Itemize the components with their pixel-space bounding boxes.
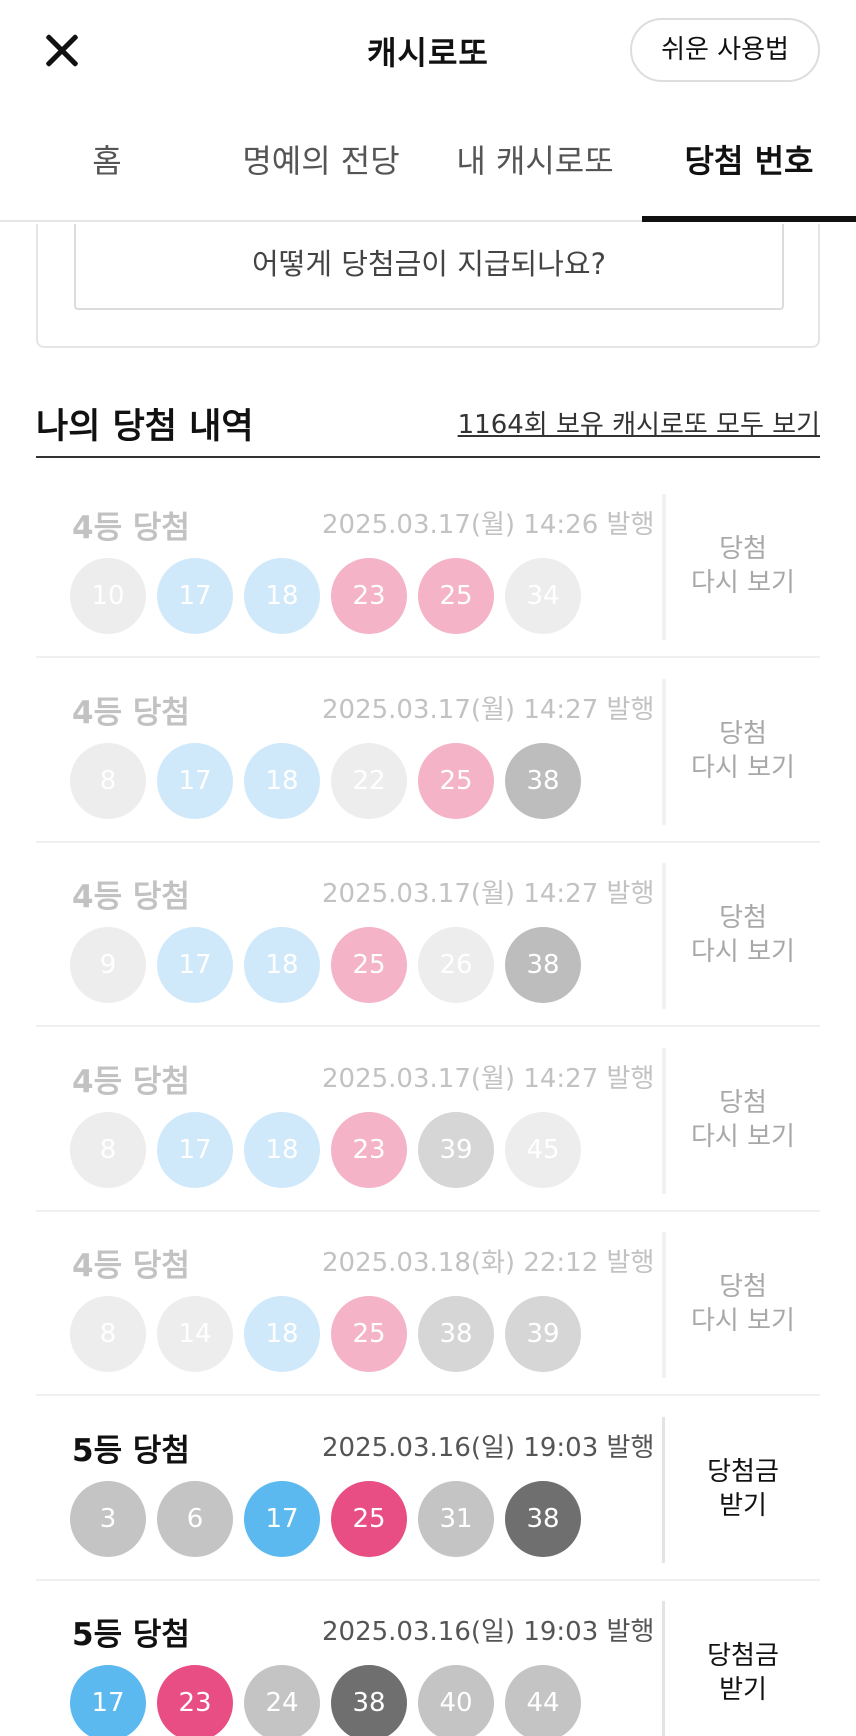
prize-rank: 4등 당첨 bbox=[72, 694, 190, 731]
lotto-ball: 38 bbox=[505, 1480, 581, 1557]
prize-rank: 4등 당첨 bbox=[72, 1248, 190, 1284]
action-label: 당첨 bbox=[719, 718, 767, 749]
lotto-ball: 18 bbox=[244, 1111, 320, 1188]
prize-rank: 4등 당첨 bbox=[72, 510, 190, 546]
action-label: 다시 보기 bbox=[691, 1121, 795, 1152]
lotto-ball: 26 bbox=[418, 927, 494, 1003]
lotto-ball: 6 bbox=[157, 1480, 233, 1557]
lotto-ball: 18 bbox=[244, 742, 320, 819]
issue-date: 2025.03.17(월) 14:26 발행 bbox=[322, 510, 655, 540]
lotto-ball: 8 bbox=[70, 742, 146, 819]
action-label: 받기 bbox=[719, 1675, 767, 1705]
top-bar: 캐시로또 쉬운 사용법 bbox=[0, 0, 856, 100]
guide-button[interactable]: 쉬운 사용법 bbox=[630, 18, 820, 82]
history-row: 4등 당첨 2025.03.17(월) 14:26 발행 10 17 18 23 25 34 당… bbox=[36, 474, 820, 658]
view-again-button[interactable]: 당첨 다시 보기 bbox=[666, 659, 820, 843]
issue-date: 2025.03.17(월) 14:27 발행 bbox=[322, 879, 655, 909]
prize-rank: 4등 당첨 bbox=[72, 879, 190, 915]
tab-home[interactable]: 홈 bbox=[0, 120, 214, 220]
lotto-ball: 18 bbox=[244, 558, 320, 634]
payout-faq-button[interactable]: 어떻게 당첨금이 지급되나요? bbox=[74, 224, 784, 310]
view-again-button[interactable]: 당첨다시 보기 bbox=[666, 843, 820, 1027]
lotto-ball: 23 bbox=[331, 1111, 407, 1188]
action-label: 당첨 bbox=[719, 1272, 767, 1302]
claim-prize-button[interactable]: 당첨금받기 bbox=[666, 1581, 820, 1736]
lotto-ball: 25 bbox=[331, 1480, 407, 1557]
row-divider bbox=[662, 1601, 665, 1736]
action-label: 다시 보기 bbox=[691, 1306, 795, 1336]
view-again-button[interactable]: 당첨 다시 보기 bbox=[666, 1028, 820, 1212]
lotto-ball: 17 bbox=[157, 558, 233, 634]
lotto-ball: 23 bbox=[157, 1665, 233, 1736]
tab-my-cashlotto[interactable]: 내 캐시로또 bbox=[428, 120, 642, 220]
lotto-ball: 23 bbox=[331, 558, 407, 634]
lotto-ball: 39 bbox=[418, 1111, 494, 1188]
view-again-button[interactable]: 당첨다시 보기 bbox=[666, 1212, 820, 1396]
action-label: 당첨금 bbox=[707, 1456, 779, 1487]
lotto-ball: 8 bbox=[70, 1111, 146, 1188]
lotto-ball: 8 bbox=[70, 1296, 146, 1372]
action-label: 당첨 bbox=[719, 1087, 767, 1118]
action-label: 당첨 bbox=[719, 534, 767, 564]
history-row: 4등 당첨 2025.03.17(월) 14:27 발행 9 17 18 25 26 38 당첨… bbox=[36, 843, 820, 1027]
lotto-ball: 22 bbox=[331, 742, 407, 819]
lotto-ball: 17 bbox=[244, 1480, 320, 1557]
lotto-ball: 44 bbox=[505, 1665, 581, 1736]
row-divider bbox=[662, 1416, 665, 1563]
lotto-ball: 25 bbox=[418, 742, 494, 819]
prize-rank: 5등 당첨 bbox=[72, 1617, 190, 1653]
view-all-link[interactable]: 1164회 보유 캐시로또 모두 보기 bbox=[458, 404, 820, 441]
claim-prize-button[interactable]: 당첨금 받기 bbox=[666, 1397, 820, 1581]
view-again-button[interactable]: 당첨다시 보기 bbox=[666, 474, 820, 658]
lotto-ball: 17 bbox=[157, 1111, 233, 1188]
lotto-ball: 39 bbox=[505, 1296, 581, 1372]
action-label: 다시 보기 bbox=[691, 752, 795, 783]
lotto-ball: 34 bbox=[505, 558, 581, 634]
action-label: 다시 보기 bbox=[691, 568, 795, 598]
history-row: 5등 당첨 2025.03.16(일) 19:03 발행 17 23 24 38 40 44 당… bbox=[36, 1581, 820, 1736]
lotto-ball: 18 bbox=[244, 927, 320, 1003]
history-row: 5등 당첨 2025.03.16(일) 19:03 발행 3 6 17 25 31 38 당첨금… bbox=[36, 1397, 820, 1581]
history-title: 나의 당첨 내역 bbox=[36, 407, 254, 447]
action-label: 받기 bbox=[719, 1490, 767, 1521]
lotto-ball: 17 bbox=[70, 1665, 146, 1736]
history-row: 4등 당첨 2025.03.17(월) 14:27 발행 8 17 18 22 25 38 당첨… bbox=[36, 659, 820, 843]
history-row: 4등 당첨 2025.03.18(화) 22:12 발행 8 14 18 25 38 39 당첨… bbox=[36, 1212, 820, 1396]
lotto-ball: 38 bbox=[505, 927, 581, 1003]
lotto-ball: 38 bbox=[418, 1296, 494, 1372]
lotto-ball: 10 bbox=[70, 558, 146, 634]
lotto-ball: 18 bbox=[244, 1296, 320, 1372]
lotto-ball: 38 bbox=[331, 1665, 407, 1736]
lotto-ball: 31 bbox=[418, 1480, 494, 1557]
action-label: 당첨 bbox=[719, 903, 767, 933]
tab-winning-numbers[interactable]: 당첨 번호 bbox=[642, 120, 856, 222]
lotto-ball: 25 bbox=[331, 927, 407, 1003]
history-header: 나의 당첨 내역 1164회 보유 캐시로또 모두 보기 bbox=[36, 390, 820, 458]
issue-date: 2025.03.17(월) 14:27 발행 bbox=[322, 694, 655, 725]
action-label: 당첨금 bbox=[707, 1641, 779, 1671]
tab-bar: 홈 명예의 전당 내 캐시로또 당첨 번호 bbox=[0, 120, 856, 222]
lotto-ball: 17 bbox=[157, 927, 233, 1003]
faq-card: 어떻게 당첨금이 지급되나요? bbox=[36, 224, 820, 348]
history-row: 4등 당첨 2025.03.17(월) 14:27 발행 8 17 18 23 39 45 당첨… bbox=[36, 1028, 820, 1212]
lotto-ball: 24 bbox=[244, 1665, 320, 1736]
lotto-ball: 14 bbox=[157, 1296, 233, 1372]
lotto-ball: 25 bbox=[418, 558, 494, 634]
action-label: 다시 보기 bbox=[691, 937, 795, 967]
lotto-ball: 38 bbox=[505, 742, 581, 819]
lotto-ball: 3 bbox=[70, 1480, 146, 1557]
lotto-ball: 45 bbox=[505, 1111, 581, 1188]
issue-date: 2025.03.16(일) 19:03 발행 bbox=[322, 1432, 655, 1463]
issue-date: 2025.03.16(일) 19:03 발행 bbox=[322, 1617, 655, 1647]
lotto-ball: 40 bbox=[418, 1665, 494, 1736]
tab-hall-of-fame[interactable]: 명예의 전당 bbox=[214, 120, 428, 220]
lotto-ball: 25 bbox=[331, 1296, 407, 1372]
lotto-ball: 17 bbox=[157, 742, 233, 819]
prize-rank: 5등 당첨 bbox=[72, 1432, 190, 1469]
prize-rank: 4등 당첨 bbox=[72, 1063, 190, 1100]
issue-date: 2025.03.18(화) 22:12 발행 bbox=[322, 1248, 655, 1278]
lotto-ball: 9 bbox=[70, 927, 146, 1003]
issue-date: 2025.03.17(월) 14:27 발행 bbox=[322, 1063, 655, 1094]
